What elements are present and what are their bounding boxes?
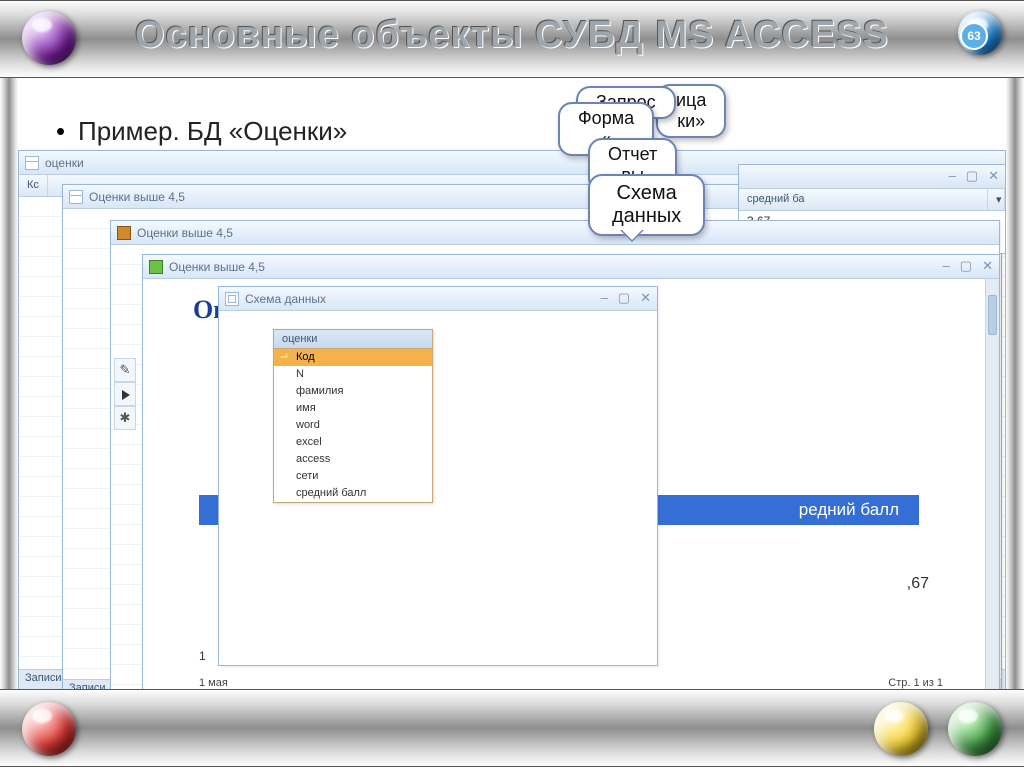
orb-green[interactable] (948, 702, 1002, 756)
field-item[interactable]: word (274, 417, 432, 434)
maximize-icon[interactable]: ▢ (618, 290, 630, 306)
orb-purple[interactable] (22, 11, 76, 65)
close-icon[interactable]: ✕ (640, 290, 651, 306)
minimize-icon[interactable]: – (943, 258, 950, 274)
field-pk[interactable]: Код (274, 349, 432, 366)
field-item[interactable]: средний балл (274, 485, 432, 502)
field-item[interactable]: фамилия (274, 383, 432, 400)
window-title: Оценки выше 4,5 (169, 260, 265, 274)
report-icon (149, 260, 163, 274)
current-row-icon (114, 382, 136, 406)
frame-bottom (0, 689, 1024, 767)
frame-left (0, 0, 18, 767)
report-one: 1 (199, 649, 206, 663)
schema-field-list: Код N фамилия имя word excel access сети… (274, 349, 432, 502)
maximize-icon[interactable]: ▢ (966, 168, 978, 184)
minimize-icon[interactable]: – (949, 168, 956, 184)
row-markers (114, 358, 136, 430)
orb-red[interactable] (22, 702, 76, 756)
field-item[interactable]: сети (274, 468, 432, 485)
maximize-icon[interactable]: ▢ (960, 258, 972, 274)
schema-table-title: оценки (274, 330, 432, 349)
field-item[interactable]: N (274, 366, 432, 383)
window-title: Оценки выше 4,5 (89, 190, 185, 204)
frame-right (1006, 0, 1024, 767)
close-icon[interactable]: ✕ (982, 258, 993, 274)
form-icon (117, 226, 131, 240)
query-icon (69, 190, 83, 204)
edit-row-icon (114, 358, 136, 382)
slide-content: Пример. БД «Оценки» оценки Кс Записи Оце… (18, 78, 1006, 689)
window-title: Оценки выше 4,5 (137, 226, 233, 240)
callout-schema: Схемаданных (588, 174, 705, 236)
orb-yellow[interactable] (874, 702, 928, 756)
slide-title: Основные объекты СУБД MS ACCESS (0, 14, 1024, 57)
vertical-scrollbar[interactable] (985, 279, 999, 693)
bullet-example: Пример. БД «Оценки» (78, 116, 347, 147)
report-date: 1 мая (199, 677, 228, 689)
window-title: оценки (45, 156, 84, 170)
schema-table-ocenki[interactable]: оценки Код N фамилия имя word excel acce… (273, 329, 433, 503)
table-icon (25, 156, 39, 170)
report-page: Стр. 1 из 1 (888, 677, 943, 689)
column-header[interactable]: Кс (19, 175, 48, 196)
field-item[interactable]: имя (274, 400, 432, 417)
column-header-avg[interactable]: средний ба (739, 189, 988, 210)
window-schema[interactable]: Схема данных – ▢ ✕ оценки Код N фамилия … (218, 286, 658, 666)
close-icon[interactable]: ✕ (988, 168, 999, 184)
schema-icon (225, 292, 239, 306)
report-value: ,67 (907, 575, 929, 593)
page-number-badge: 63 (960, 22, 988, 50)
window-title: Схема данных (245, 292, 326, 306)
new-row-icon (114, 406, 136, 430)
minimize-icon[interactable]: – (601, 290, 608, 306)
field-item[interactable]: access (274, 451, 432, 468)
field-item[interactable]: excel (274, 434, 432, 451)
